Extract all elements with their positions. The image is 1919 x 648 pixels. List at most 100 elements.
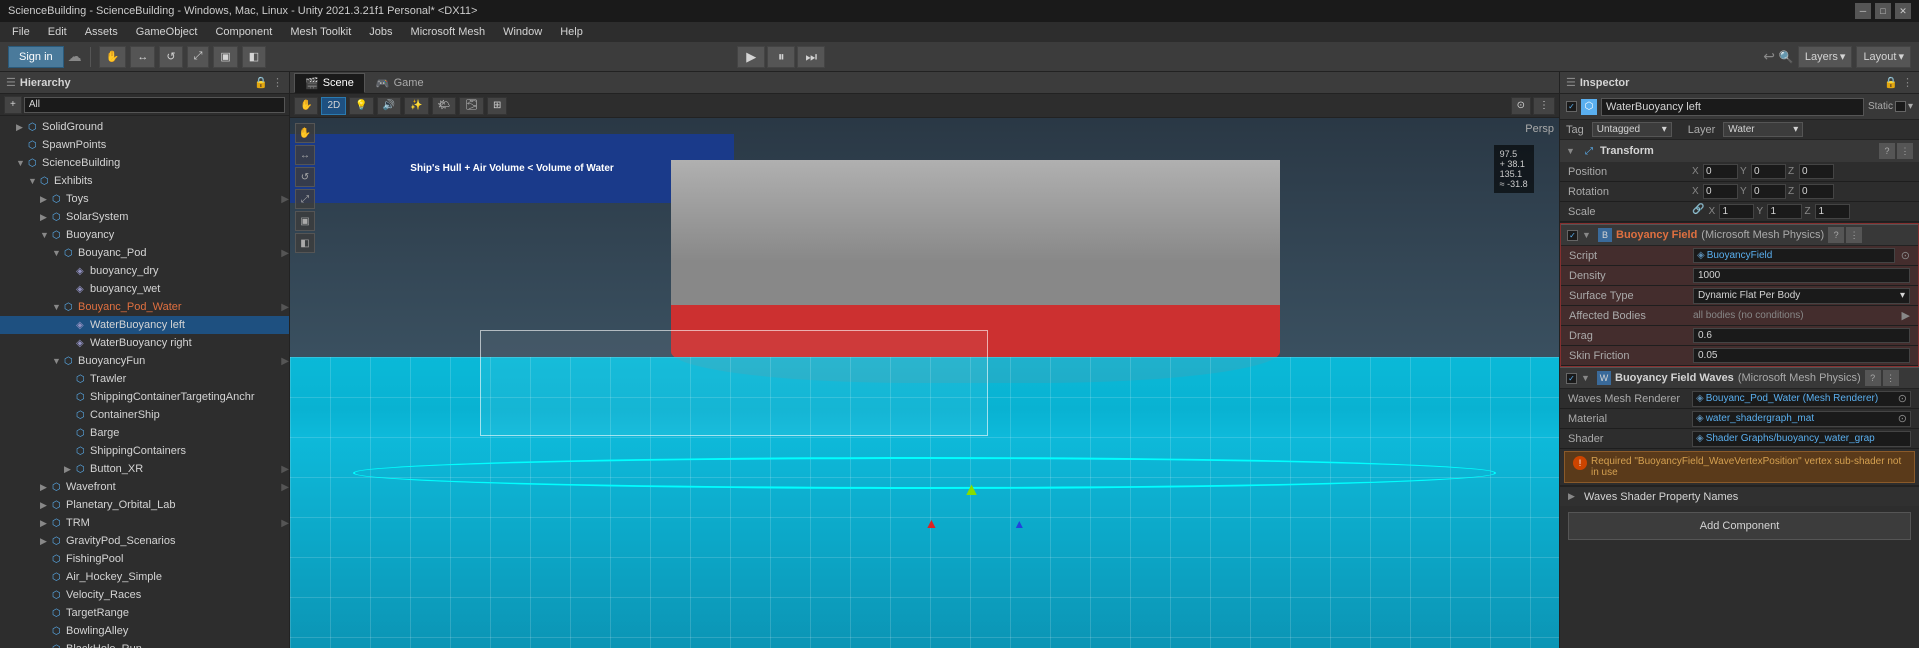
tree-item-bouyanc-pod[interactable]: ⬡ Bouyanc_Pod ▶: [0, 244, 289, 262]
maximize-button[interactable]: □: [1875, 3, 1891, 19]
step-button[interactable]: ⏭: [797, 46, 825, 68]
transform-header[interactable]: ⤢ Transform ? ⋮: [1560, 140, 1919, 162]
buoyancy-active-checkbox[interactable]: [1567, 230, 1578, 241]
waves-mesh-renderer-value[interactable]: ◈ Bouyanc_Pod_Water (Mesh Renderer) ⊙: [1692, 391, 1911, 407]
buoyancy-more-button[interactable]: ⋮: [1846, 227, 1862, 243]
move-tool-button[interactable]: ↔: [130, 46, 155, 68]
play-button[interactable]: ▶: [737, 46, 765, 68]
fx-toggle[interactable]: ✨: [404, 97, 428, 115]
tree-item-trm[interactable]: ⬡ TRM ▶: [0, 514, 289, 532]
tree-item-barge[interactable]: ⬡ Barge: [0, 424, 289, 442]
gizmo-scale[interactable]: ⤢: [295, 189, 315, 209]
hierarchy-search-input[interactable]: [24, 97, 285, 113]
position-y-input[interactable]: 0: [1751, 164, 1786, 179]
fog-toggle[interactable]: 🌫: [459, 97, 484, 115]
scale-x-input[interactable]: 1: [1719, 204, 1754, 219]
tab-scene[interactable]: 🎬 Scene: [294, 73, 365, 93]
tree-item-button-xr[interactable]: ⬡ Button_XR ▶: [0, 460, 289, 478]
rotation-y-input[interactable]: 0: [1751, 184, 1786, 199]
search-icon[interactable]: 🔍: [1779, 50, 1794, 64]
static-chevron-icon[interactable]: ▾: [1908, 101, 1913, 112]
tag-dropdown[interactable]: Untagged ▾: [1592, 122, 1672, 137]
tree-item-containership[interactable]: ⬡ ContainerShip: [0, 406, 289, 424]
scale-lock-icon[interactable]: 🔗: [1692, 204, 1704, 219]
menu-jobs[interactable]: Jobs: [361, 24, 400, 40]
gizmo-toggle[interactable]: ⊙: [1511, 97, 1531, 115]
scene-more-button[interactable]: ⋮: [1533, 97, 1555, 115]
tree-item-blackhole[interactable]: ⬡ BlackHole_Run: [0, 640, 289, 648]
gizmo-hand[interactable]: ✋: [295, 123, 315, 143]
affected-bodies-more-icon[interactable]: ▶: [1902, 309, 1910, 322]
material-value[interactable]: ◈ water_shadergraph_mat ⊙: [1692, 411, 1911, 427]
waves-help-button[interactable]: ?: [1865, 370, 1881, 386]
minimize-button[interactable]: ─: [1855, 3, 1871, 19]
tree-item-buoyancy-wet[interactable]: ◈ buoyancy_wet: [0, 280, 289, 298]
gizmo-transform[interactable]: ◧: [295, 233, 315, 253]
scale-tool-button[interactable]: ⤢: [187, 46, 210, 68]
inspector-more-icon[interactable]: ⋮: [1902, 76, 1913, 89]
add-gameobject-button[interactable]: +: [4, 96, 22, 114]
tree-item-buoyancyfun[interactable]: ⬡ BuoyancyFun ▶: [0, 352, 289, 370]
add-component-button[interactable]: Add Component: [1568, 512, 1911, 540]
density-input[interactable]: 1000: [1693, 268, 1910, 283]
object-name-input[interactable]: [1601, 98, 1864, 116]
layers-dropdown[interactable]: Layers ▾: [1798, 46, 1853, 68]
hierarchy-content[interactable]: ⬡ SolidGround ⬡ SpawnPoints ⬡ ScienceBui…: [0, 116, 289, 648]
tree-item-bowling[interactable]: ⬡ BowlingAlley: [0, 622, 289, 640]
hand-scene-button[interactable]: ✋: [294, 97, 318, 115]
tree-item-wavefront[interactable]: ⬡ Wavefront ▶: [0, 478, 289, 496]
hierarchy-more-icon[interactable]: ⋮: [272, 76, 283, 89]
waves-active-checkbox[interactable]: [1566, 373, 1577, 384]
object-active-checkbox[interactable]: [1566, 101, 1577, 112]
scale-z-input[interactable]: 1: [1815, 204, 1850, 219]
waves-more-button[interactable]: ⋮: [1883, 370, 1899, 386]
tree-item-shipping-container-targeting[interactable]: ⬡ ShippingContainerTargetingAnchr: [0, 388, 289, 406]
close-button[interactable]: ✕: [1895, 3, 1911, 19]
surface-type-dropdown[interactable]: Dynamic Flat Per Body ▾: [1693, 288, 1910, 304]
rotation-z-input[interactable]: 0: [1799, 184, 1834, 199]
menu-component[interactable]: Component: [207, 24, 280, 40]
tree-item-waterbuoyancy-right[interactable]: ◈ WaterBuoyancy right: [0, 334, 289, 352]
pause-button[interactable]: ⏸: [767, 46, 795, 68]
hand-tool-button[interactable]: ✋: [99, 46, 127, 68]
tab-game[interactable]: 🎮 Game: [365, 73, 435, 93]
hierarchy-lock-icon[interactable]: 🔒: [254, 76, 268, 89]
2d-toggle[interactable]: 2D: [321, 97, 346, 115]
menu-window[interactable]: Window: [495, 24, 550, 40]
skin-friction-input[interactable]: 0.05: [1693, 348, 1910, 363]
mesh-renderer-select-icon[interactable]: ⊙: [1898, 392, 1907, 405]
tree-item-targetrange[interactable]: ⬡ TargetRange: [0, 604, 289, 622]
transform-more-button[interactable]: ⋮: [1897, 143, 1913, 159]
tree-item-sciencebuilding[interactable]: ⬡ ScienceBuilding: [0, 154, 289, 172]
tree-item-buoyancy[interactable]: ⬡ Buoyancy: [0, 226, 289, 244]
script-value[interactable]: ◈ BuoyancyField: [1693, 248, 1895, 263]
script-select-icon[interactable]: ⊙: [1901, 249, 1910, 262]
tree-item-buoyancy-dry[interactable]: ◈ buoyancy_dry: [0, 262, 289, 280]
buoyancy-waves-header[interactable]: W Buoyancy Field Waves (Microsoft Mesh P…: [1560, 367, 1919, 389]
static-checkbox[interactable]: [1895, 101, 1906, 112]
tree-item-solarsystem[interactable]: ⬡ SolarSystem: [0, 208, 289, 226]
tree-item-waterbuoyancy-left[interactable]: ◈ WaterBuoyancy left: [0, 316, 289, 334]
material-select-icon[interactable]: ⊙: [1898, 412, 1907, 425]
layout-dropdown[interactable]: Layout ▾: [1856, 46, 1911, 68]
tree-item-solidground[interactable]: ⬡ SolidGround: [0, 118, 289, 136]
tree-item-velocity-races[interactable]: ⬡ Velocity_Races: [0, 586, 289, 604]
skybox-toggle[interactable]: 🌤: [432, 97, 457, 115]
tree-item-bouyanc-pod-water[interactable]: ⬡ Bouyanc_Pod_Water ▶: [0, 298, 289, 316]
shader-value[interactable]: ◈ Shader Graphs/buoyancy_water_grap: [1692, 431, 1911, 447]
position-z-input[interactable]: 0: [1799, 164, 1834, 179]
waves-shader-header[interactable]: Waves Shader Property Names: [1560, 486, 1919, 506]
scale-y-input[interactable]: 1: [1767, 204, 1802, 219]
menu-mesh-toolkit[interactable]: Mesh Toolkit: [282, 24, 359, 40]
menu-help[interactable]: Help: [552, 24, 591, 40]
grid-toggle[interactable]: ⊞: [487, 97, 507, 115]
gizmo-move[interactable]: ↔: [295, 145, 315, 165]
tree-item-exhibits[interactable]: ⬡ Exhibits: [0, 172, 289, 190]
position-x-input[interactable]: 0: [1703, 164, 1738, 179]
buoyancy-help-button[interactable]: ?: [1828, 227, 1844, 243]
gizmo-rect[interactable]: ▣: [295, 211, 315, 231]
rotation-x-input[interactable]: 0: [1703, 184, 1738, 199]
scene-viewport[interactable]: Ship's Hull + Air Volume < Volume of Wat…: [290, 118, 1559, 648]
tree-item-air-hockey[interactable]: ⬡ Air_Hockey_Simple: [0, 568, 289, 586]
drag-input[interactable]: 0.6: [1693, 328, 1910, 343]
